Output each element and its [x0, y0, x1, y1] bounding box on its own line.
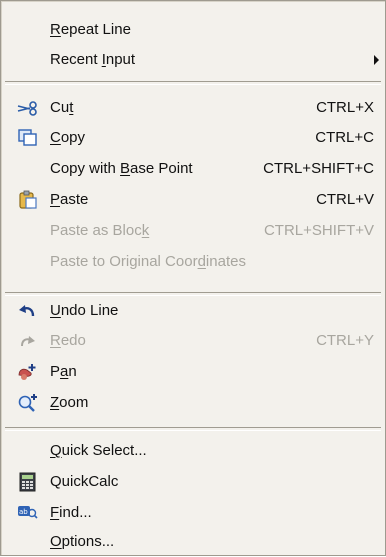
menu-item-find[interactable]: ab Find... [3, 498, 383, 528]
menu-item-redo[interactable]: Redo CTRL+Y [3, 326, 383, 356]
menu-item-cut[interactable]: Cut CTRL+X [3, 93, 383, 123]
menu-item-label: Repeat Line [50, 21, 131, 38]
scissors-icon [17, 98, 39, 118]
menu-item-label: Undo Line [50, 302, 119, 319]
menu-item-label: Recent Input [50, 51, 136, 68]
menu-item-shortcut: CTRL+SHIFT+C [263, 160, 374, 177]
submenu-arrow-icon [374, 55, 379, 65]
menu-item-label: Copy with Base Point [50, 160, 193, 177]
menu-item-label: Cut [50, 99, 74, 116]
menu-item-label: Paste [50, 191, 89, 208]
paste-icon [17, 190, 39, 210]
redo-icon [17, 331, 39, 351]
menu-item-shortcut: CTRL+SHIFT+V [263, 222, 374, 239]
menu-item-quick-select[interactable]: Quick Select... [3, 436, 383, 466]
menu-item-repeat-line[interactable]: Repeat Line [3, 15, 383, 45]
copy-icon [17, 128, 39, 148]
menu-item-shortcut: CTRL+C [315, 129, 374, 146]
menu-item-shortcut: CTRL+V [316, 191, 374, 208]
menu-item-copy[interactable]: Copy CTRL+C [3, 123, 383, 153]
menu-item-shortcut: CTRL+Y [316, 332, 374, 349]
menu-separator [5, 81, 381, 85]
context-menu: Repeat Line Recent Input Cut CTRL+X Copy… [0, 0, 386, 556]
menu-item-zoom[interactable]: Zoom [3, 388, 383, 418]
menu-item-label: Options... [50, 533, 115, 550]
svg-text:ab: ab [19, 508, 28, 516]
menu-item-label: Quick Select... [50, 442, 147, 459]
pan-icon [17, 362, 39, 382]
menu-item-options[interactable]: Options... [3, 527, 383, 557]
menu-item-label: Zoom [50, 394, 89, 411]
menu-item-label: Find... [50, 504, 92, 521]
menu-item-label: Redo [50, 332, 86, 349]
menu-item-paste[interactable]: Paste CTRL+V [3, 185, 383, 215]
find-icon: ab [17, 503, 39, 523]
calculator-icon [17, 472, 39, 492]
menu-item-pan[interactable]: Pan [3, 357, 383, 387]
menu-separator [5, 427, 381, 431]
menu-item-paste-to-original-coordinates[interactable]: Paste to Original Coordinates [3, 247, 383, 277]
menu-item-copy-with-base-point[interactable]: Copy with Base Point CTRL+SHIFT+C [3, 154, 383, 184]
menu-item-label: Copy [50, 129, 86, 146]
menu-item-recent-input[interactable]: Recent Input [3, 45, 383, 75]
menu-item-paste-as-block[interactable]: Paste as Block CTRL+SHIFT+V [3, 216, 383, 246]
menu-item-quickcalc[interactable]: QuickCalc [3, 467, 383, 497]
menu-item-label: Pan [50, 363, 77, 380]
undo-icon [17, 301, 39, 321]
menu-item-label: Paste as Block [50, 222, 150, 239]
menu-item-label: Paste to Original Coordinates [50, 253, 246, 270]
menu-item-label: QuickCalc [50, 473, 119, 490]
menu-item-undo-line[interactable]: Undo Line [3, 296, 383, 326]
menu-item-shortcut: CTRL+X [316, 99, 374, 116]
zoom-icon [17, 393, 39, 413]
